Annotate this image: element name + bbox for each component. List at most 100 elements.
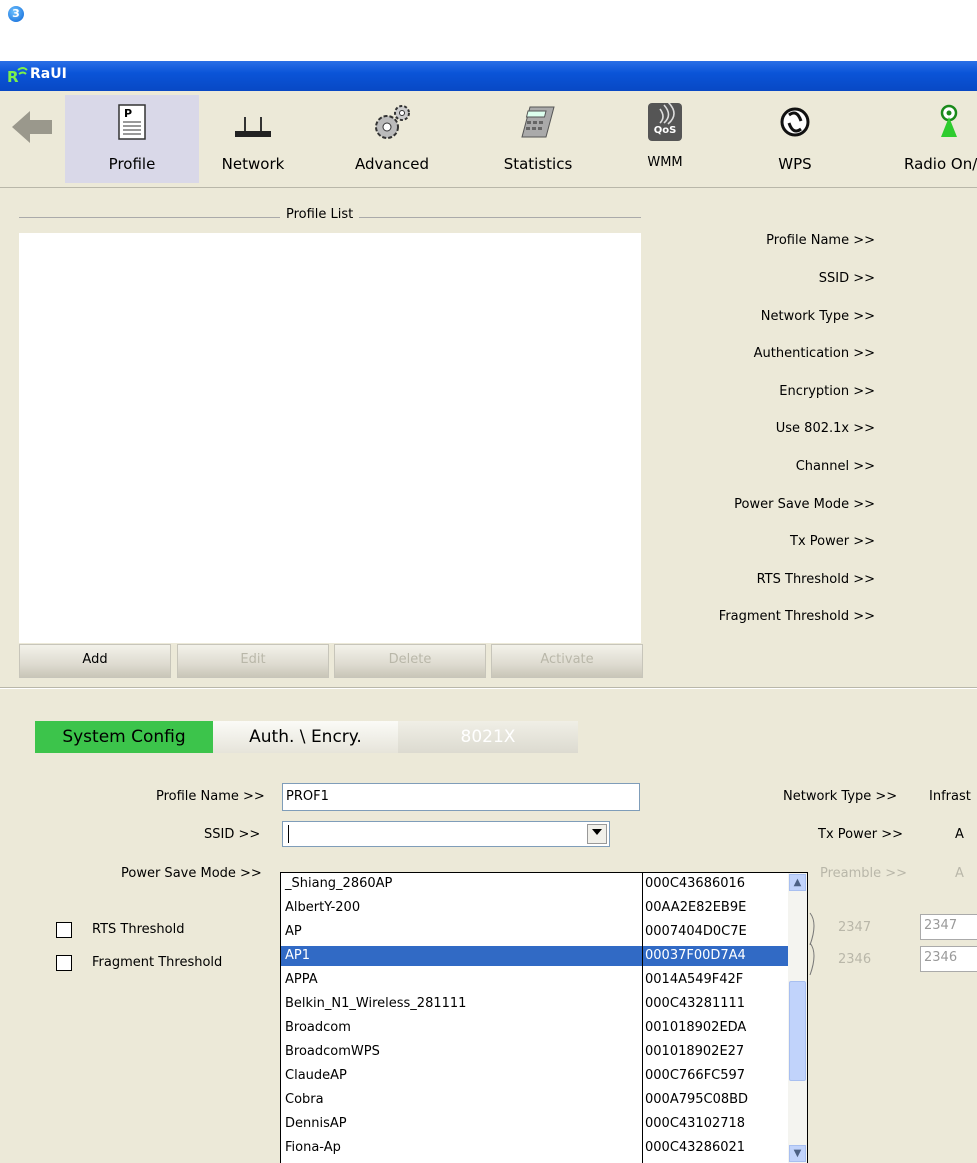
profile-list-box[interactable] bbox=[19, 233, 641, 643]
power-save-label: Power Save Mode >> bbox=[121, 866, 262, 881]
advanced-icon bbox=[375, 105, 410, 139]
ssid-list-item[interactable]: DennisAP 000C43102718 bbox=[281, 1114, 788, 1134]
preamble-value: A bbox=[955, 866, 964, 881]
add-button[interactable]: Add bbox=[19, 644, 171, 678]
toolbar-wmm[interactable]: QoS WMM bbox=[625, 95, 705, 183]
ssid-label: SSID >> bbox=[204, 827, 261, 842]
detail-channel-label: Channel >> bbox=[795, 459, 875, 474]
detail-tx-power-label: Tx Power >> bbox=[790, 534, 875, 549]
ssid-name: Fiona-Ap bbox=[285, 1140, 341, 1155]
ssid-name: ClaudeAP bbox=[285, 1068, 347, 1083]
bssid-value: 001018902E27 bbox=[645, 1044, 745, 1059]
bssid-value: 00AA2E82EB9E bbox=[645, 900, 747, 915]
svg-text:P: P bbox=[124, 107, 132, 120]
wps-icon bbox=[780, 107, 810, 137]
ssid-combobox[interactable] bbox=[282, 821, 610, 847]
preamble-label: Preamble >> bbox=[820, 866, 908, 881]
toolbar-advanced-label: Advanced bbox=[354, 155, 430, 173]
window-title: RaUI bbox=[30, 66, 67, 82]
detail-use-8021x-label: Use 802.1x >> bbox=[775, 421, 875, 436]
bssid-value: 0007404D0C7E bbox=[645, 924, 747, 939]
activate-button[interactable]: Activate bbox=[491, 644, 643, 678]
raui-window: R RaUI P Profile Network Advanced Statis… bbox=[0, 61, 977, 1163]
ssid-name: DennisAP bbox=[285, 1116, 347, 1131]
bssid-value: 000C766FC597 bbox=[645, 1068, 746, 1083]
network-type-value: Infrast bbox=[929, 789, 971, 804]
ssid-dropdown-list[interactable]: Fiona-Ap 000C43286021 DennisAP 000C43102718… bbox=[280, 872, 808, 1163]
ssid-list-item[interactable]: AP 0007404D0C7E bbox=[281, 922, 788, 942]
ssid-list-item[interactable]: AP1 00037F00D7A4 bbox=[281, 946, 788, 966]
ssid-name: Belkin_N1_Wireless_281111 bbox=[285, 996, 467, 1011]
ssid-name: AlbertY-200 bbox=[285, 900, 361, 915]
bssid-value: 000C43286021 bbox=[645, 1140, 746, 1155]
ssid-list-item[interactable]: Belkin_N1_Wireless_281111 000C43281111 bbox=[281, 994, 788, 1014]
toolbar-profile-label: Profile bbox=[108, 155, 156, 173]
tab-auth-encry[interactable]: Auth. \ Encry. bbox=[213, 721, 398, 753]
ssid-list-item[interactable]: BroadcomWPS 001018902E27 bbox=[281, 1042, 788, 1062]
back-arrow-icon[interactable] bbox=[10, 109, 54, 145]
ssid-name: Cobra bbox=[285, 1092, 324, 1107]
tab-8021x[interactable]: 8021X bbox=[398, 721, 578, 753]
fragment-threshold-input[interactable]: 2346 bbox=[920, 946, 977, 972]
tx-power-value: A bbox=[955, 827, 964, 842]
section-separator bbox=[0, 688, 977, 689]
fragment-threshold-value: 2346 bbox=[838, 952, 872, 967]
tab-system-config[interactable]: System Config bbox=[35, 721, 213, 753]
detail-authentication-label: Authentication >> bbox=[753, 346, 875, 361]
statistics-icon bbox=[521, 106, 555, 138]
scroll-down-button[interactable]: ▼ bbox=[789, 1145, 806, 1162]
bssid-value: 001018902EDA bbox=[645, 1020, 747, 1035]
toolbar-network-label: Network bbox=[221, 155, 285, 173]
wmm-qos-badge: QoS bbox=[653, 125, 677, 136]
scrollbar-thumb[interactable] bbox=[789, 981, 806, 1081]
detail-network-type-label: Network Type >> bbox=[760, 309, 875, 324]
rts-threshold-input[interactable]: 2347 bbox=[920, 914, 977, 940]
fragment-threshold-checkbox[interactable] bbox=[56, 955, 72, 971]
toolbar-advanced[interactable]: Advanced bbox=[330, 95, 454, 183]
bssid-value: 000C43102718 bbox=[645, 1116, 746, 1131]
scroll-up-button[interactable]: ▲ bbox=[789, 874, 806, 891]
rts-threshold-checkbox[interactable] bbox=[56, 922, 72, 938]
toolbar-statistics[interactable]: Statistics bbox=[476, 95, 600, 183]
detail-ssid-label: SSID >> bbox=[818, 271, 875, 286]
title-bar: R RaUI bbox=[0, 61, 977, 91]
profile-list-title: Profile List bbox=[280, 207, 360, 222]
edit-button[interactable]: Edit bbox=[177, 644, 329, 678]
text-caret bbox=[288, 825, 289, 843]
toolbar-radio[interactable]: Radio On/ bbox=[904, 95, 977, 183]
toolbar-wps[interactable]: WPS bbox=[770, 95, 820, 183]
ssid-dropdown-button[interactable] bbox=[587, 824, 607, 844]
network-icon bbox=[235, 117, 271, 137]
ssid-name: AP1 bbox=[285, 948, 311, 963]
toolbar-wmm-label: WMM bbox=[647, 155, 683, 170]
delete-button[interactable]: Delete bbox=[334, 644, 486, 678]
wmm-icon: QoS bbox=[648, 103, 682, 141]
bssid-value: 00037F00D7A4 bbox=[645, 948, 746, 963]
chevron-down-icon bbox=[592, 829, 602, 835]
ssid-list-item[interactable]: AlbertY-200 00AA2E82EB9E bbox=[281, 898, 788, 918]
ssid-list-item[interactable]: Fiona-Ap 000C43286021 bbox=[281, 1138, 788, 1158]
bssid-value: 000C43281111 bbox=[645, 996, 746, 1011]
ssid-list-item[interactable]: APPA 0014A549F42F bbox=[281, 970, 788, 990]
toolbar-radio-label: Radio On/ bbox=[904, 155, 977, 173]
raui-logo-icon: R bbox=[7, 67, 28, 86]
profile-name-field[interactable]: PROF1 bbox=[282, 783, 640, 811]
ssid-list-item[interactable]: Broadcom 001018902EDA bbox=[281, 1018, 788, 1038]
fragment-threshold-label: Fragment Threshold bbox=[92, 955, 223, 970]
ssid-list-item[interactable]: ClaudeAP 000C766FC597 bbox=[281, 1066, 788, 1086]
ssid-name: BroadcomWPS bbox=[285, 1044, 380, 1059]
ssid-name: Broadcom bbox=[285, 1020, 351, 1035]
bssid-value: 000C43686016 bbox=[645, 876, 746, 891]
detail-rts-label: RTS Threshold >> bbox=[756, 572, 875, 587]
ssid-list-item[interactable]: _Shiang_2860AP 000C43686016 bbox=[281, 874, 788, 894]
toolbar-statistics-label: Statistics bbox=[503, 155, 573, 173]
column-divider bbox=[642, 873, 643, 1163]
toolbar-network[interactable]: Network bbox=[199, 95, 307, 183]
rts-threshold-value: 2347 bbox=[838, 920, 872, 935]
dropdown-scrollbar[interactable]: ▲ ▼ bbox=[788, 873, 807, 1163]
ssid-list-item[interactable]: Cobra 000A795C08BD bbox=[281, 1090, 788, 1110]
profile-icon: P bbox=[118, 104, 146, 140]
ssid-name: AP bbox=[285, 924, 302, 939]
ssid-name: APPA bbox=[285, 972, 318, 987]
toolbar-profile[interactable]: P Profile bbox=[65, 95, 199, 183]
